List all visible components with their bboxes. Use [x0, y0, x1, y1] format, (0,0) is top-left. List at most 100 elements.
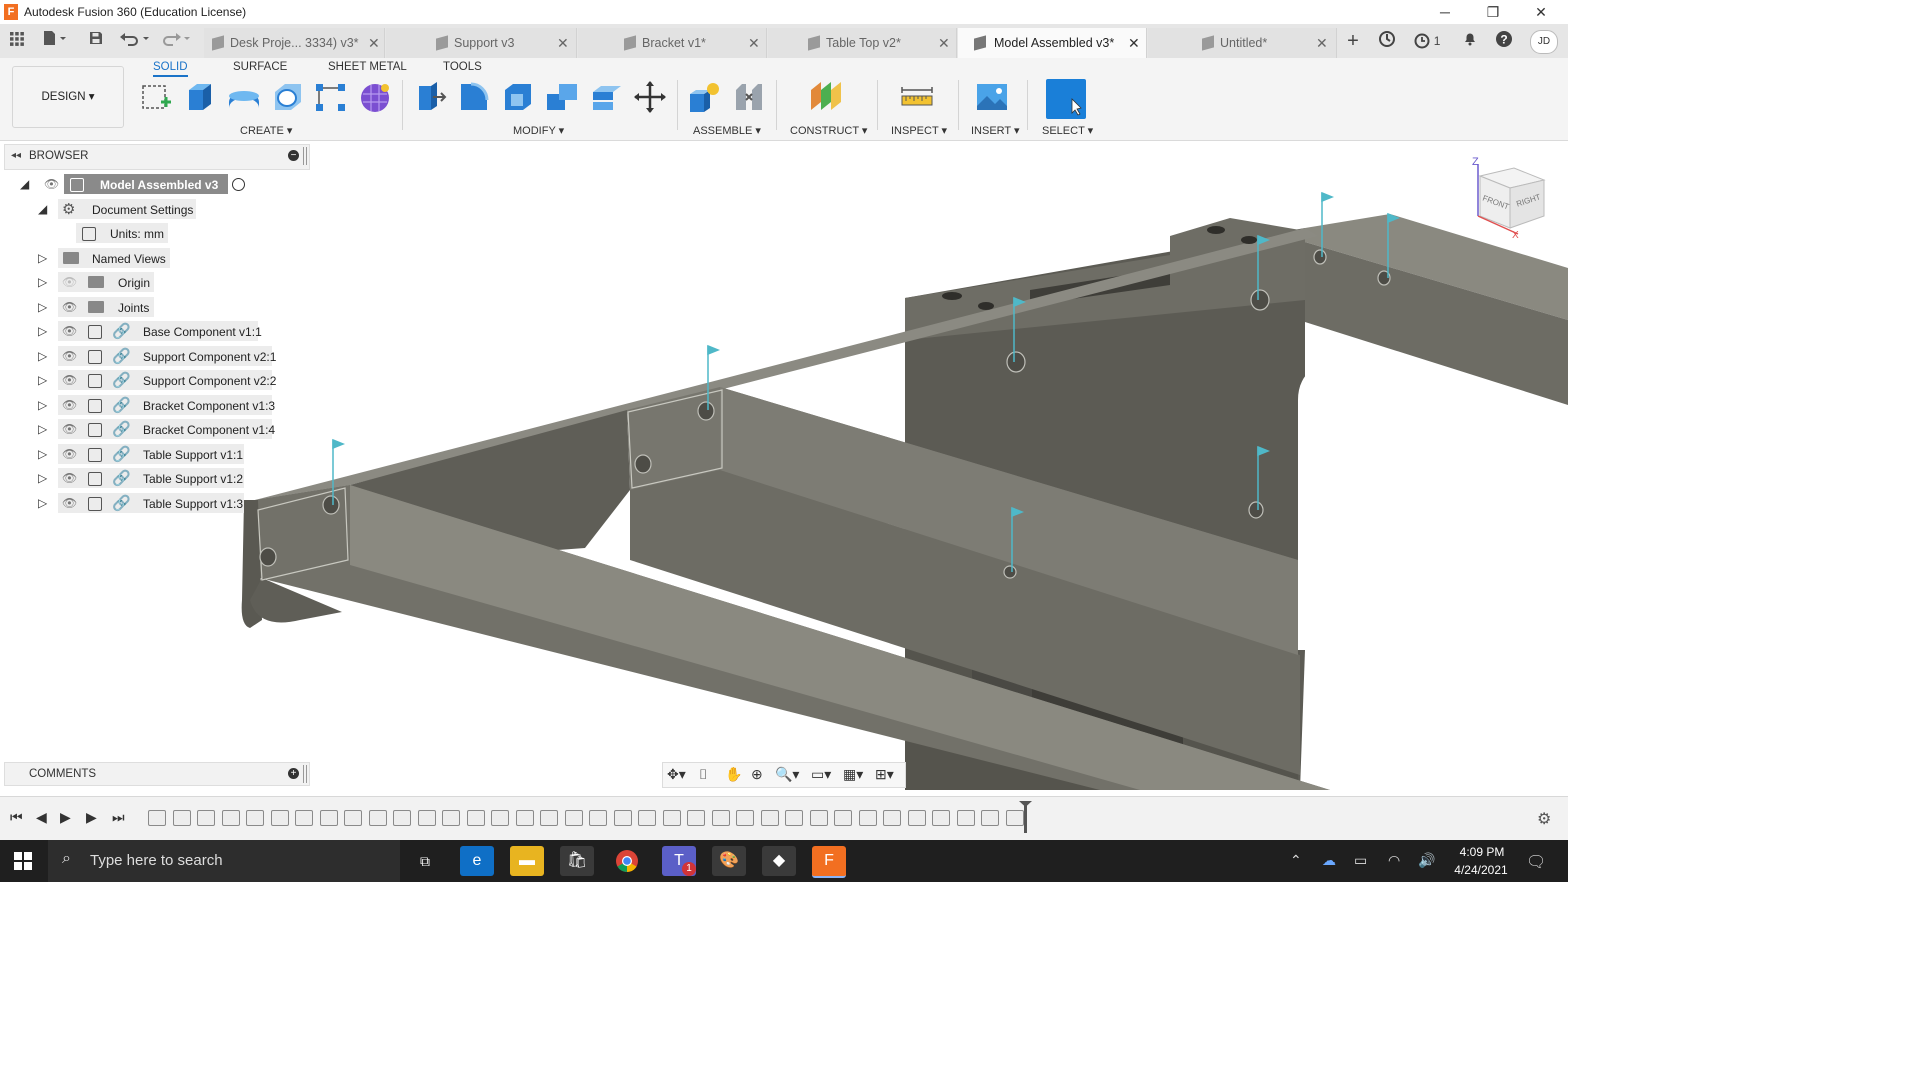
timeline-feature-icon[interactable] — [295, 810, 313, 826]
doc-tab-desk-project[interactable]: Desk Proje... 3334) v3* ✕ — [204, 28, 385, 58]
doc-tab-bracket[interactable]: Bracket v1* ✕ — [578, 28, 767, 58]
clock-time[interactable]: 4:09 PM — [1452, 845, 1512, 859]
notifications-icon[interactable]: 🗨 — [1526, 852, 1546, 872]
timeline-feature-icon[interactable] — [638, 810, 656, 826]
revolve-icon[interactable] — [227, 80, 261, 114]
store-icon[interactable]: 🛍 — [560, 846, 594, 876]
timeline-feature-icon[interactable] — [858, 810, 877, 826]
group-insert[interactable]: INSERT ▾ — [971, 124, 1020, 137]
tree-row-component[interactable]: ▷ 👁 🔗 Bracket Component v1:4 — [0, 419, 310, 441]
tab-sheet-metal[interactable]: SHEET METAL — [328, 61, 407, 73]
display-settings-icon[interactable]: ▭▾ — [811, 766, 831, 783]
expand-icon[interactable]: ▷ — [38, 447, 47, 461]
timeline-feature-icon[interactable] — [932, 810, 950, 826]
wifi-icon[interactable]: ◠ — [1388, 852, 1400, 869]
fit-icon[interactable]: 🔍▾ — [775, 766, 799, 783]
create-form-icon[interactable] — [358, 80, 392, 114]
timeline-feature-icon[interactable] — [319, 810, 338, 826]
pattern-icon[interactable] — [314, 80, 348, 114]
expand-collapse-icon[interactable]: ◢ — [38, 202, 47, 216]
insert-image-icon[interactable] — [975, 80, 1009, 114]
move-copy-icon[interactable] — [633, 80, 667, 114]
visibility-eye-icon[interactable]: 👁 — [62, 300, 77, 314]
expand-icon[interactable]: ▷ — [38, 251, 47, 265]
expand-icon[interactable]: ▷ — [38, 398, 47, 412]
tree-row-joints[interactable]: ▷ 👁 Joints — [0, 297, 310, 319]
visibility-eye-icon[interactable]: 👁 — [62, 373, 77, 387]
combine-icon[interactable] — [545, 80, 579, 114]
tree-row-component[interactable]: ▷ 👁 🔗 Support Component v2:1 — [0, 346, 310, 368]
extensions-icon[interactable] — [1376, 30, 1398, 52]
timeline-feature-icon[interactable] — [760, 810, 779, 826]
orbit-icon[interactable]: ✥▾ — [667, 766, 686, 783]
group-modify[interactable]: MODIFY ▾ — [513, 124, 564, 137]
hole-icon[interactable] — [271, 80, 305, 114]
group-create[interactable]: CREATE ▾ — [240, 124, 292, 137]
timeline-feature-icon[interactable] — [417, 810, 436, 826]
volume-icon[interactable]: 🔊 — [1418, 852, 1435, 869]
select-tool-icon[interactable] — [1046, 79, 1086, 119]
timeline-feature-icon[interactable] — [956, 810, 975, 826]
add-comment-icon[interactable]: + — [288, 768, 299, 779]
doc-tab-support[interactable]: Support v3 ✕ — [386, 28, 577, 58]
timeline-feature-icon[interactable] — [221, 810, 240, 826]
shell-icon[interactable] — [501, 80, 535, 114]
timeline-feature-icon[interactable] — [834, 810, 852, 826]
pan-icon[interactable]: ✋ — [725, 766, 742, 783]
timeline-feature-icon[interactable] — [687, 810, 705, 826]
paint-icon[interactable]: 🎨 — [712, 846, 746, 876]
timeline-feature-icon[interactable] — [491, 810, 509, 826]
visibility-eye-icon[interactable]: 👁 — [62, 496, 77, 510]
panel-pin-icon[interactable] — [303, 765, 307, 783]
expand-icon[interactable]: ▷ — [38, 422, 47, 436]
timeline-feature-icon[interactable] — [589, 810, 607, 826]
tree-row-component[interactable]: ▷ 👁 🔗 Bracket Component v1:3 — [0, 395, 310, 417]
timeline-feature-icon[interactable] — [172, 810, 191, 826]
timeline-feature-icon[interactable] — [368, 810, 387, 826]
joint-icon[interactable] — [732, 80, 766, 114]
expand-collapse-icon[interactable]: ◢ — [20, 177, 29, 191]
timeline-feature-icon[interactable] — [197, 810, 215, 826]
new-component-icon[interactable] — [688, 80, 722, 114]
look-at-icon[interactable]: ⌷ — [699, 766, 707, 783]
timeline-feature-icon[interactable] — [466, 810, 485, 826]
activate-radio-icon[interactable] — [232, 178, 245, 191]
expand-icon[interactable]: ▷ — [38, 324, 47, 338]
group-select[interactable]: SELECT ▾ — [1042, 124, 1093, 137]
timeline-feature-icon[interactable] — [246, 810, 264, 826]
tab-close-icon[interactable]: ✕ — [1128, 35, 1140, 52]
save-icon[interactable] — [86, 30, 106, 52]
create-sketch-icon[interactable] — [139, 80, 173, 114]
timeline-feature-icon[interactable] — [393, 810, 411, 826]
tab-surface[interactable]: SURFACE — [233, 61, 287, 73]
expand-icon[interactable]: ▷ — [38, 300, 47, 314]
viewports-icon[interactable]: ⊞▾ — [875, 766, 894, 783]
step-back-icon[interactable]: ◀ — [36, 809, 47, 826]
expand-icon[interactable]: ▷ — [38, 275, 47, 289]
browser-options-icon[interactable]: − — [288, 150, 299, 161]
timeline-feature-icon[interactable] — [613, 810, 632, 826]
onedrive-icon[interactable]: ☁ — [1322, 852, 1336, 869]
press-pull-icon[interactable] — [413, 80, 447, 114]
tree-row-component[interactable]: ▷ 👁 🔗 Table Support v1:2 — [0, 468, 310, 490]
tree-row-units[interactable]: Units: mm — [0, 223, 310, 245]
minimize-button[interactable]: ─ — [1422, 2, 1468, 22]
timeline-marker[interactable] — [1024, 803, 1027, 833]
timeline-feature-icon[interactable] — [1005, 810, 1024, 826]
tree-row-component[interactable]: ▷ 👁 🔗 Table Support v1:3 — [0, 493, 310, 515]
timeline-feature-icon[interactable] — [270, 810, 289, 826]
timeline-feature-icon[interactable] — [540, 810, 558, 826]
taskbar-search-box[interactable]: ⌕ Type here to search — [48, 840, 400, 882]
view-cube[interactable]: Z X FRONT RIGHT — [1468, 154, 1560, 246]
tree-row-document-settings[interactable]: ◢ ⚙ Document Settings — [0, 199, 310, 221]
zoom-icon[interactable]: ⊕ — [751, 766, 763, 783]
expand-icon[interactable]: ▷ — [38, 349, 47, 363]
extrude-icon[interactable] — [183, 80, 217, 114]
tree-row-origin[interactable]: ▷ 👁 Origin — [0, 272, 310, 294]
timeline-settings-gear-icon[interactable]: ⚙ — [1537, 809, 1551, 829]
tab-close-icon[interactable]: ✕ — [557, 35, 569, 52]
clock-date[interactable]: 4/24/2021 — [1448, 863, 1514, 877]
expand-icon[interactable]: ▷ — [38, 373, 47, 387]
timeline-feature-icon[interactable] — [883, 810, 901, 826]
tab-close-icon[interactable]: ✕ — [1316, 35, 1328, 52]
